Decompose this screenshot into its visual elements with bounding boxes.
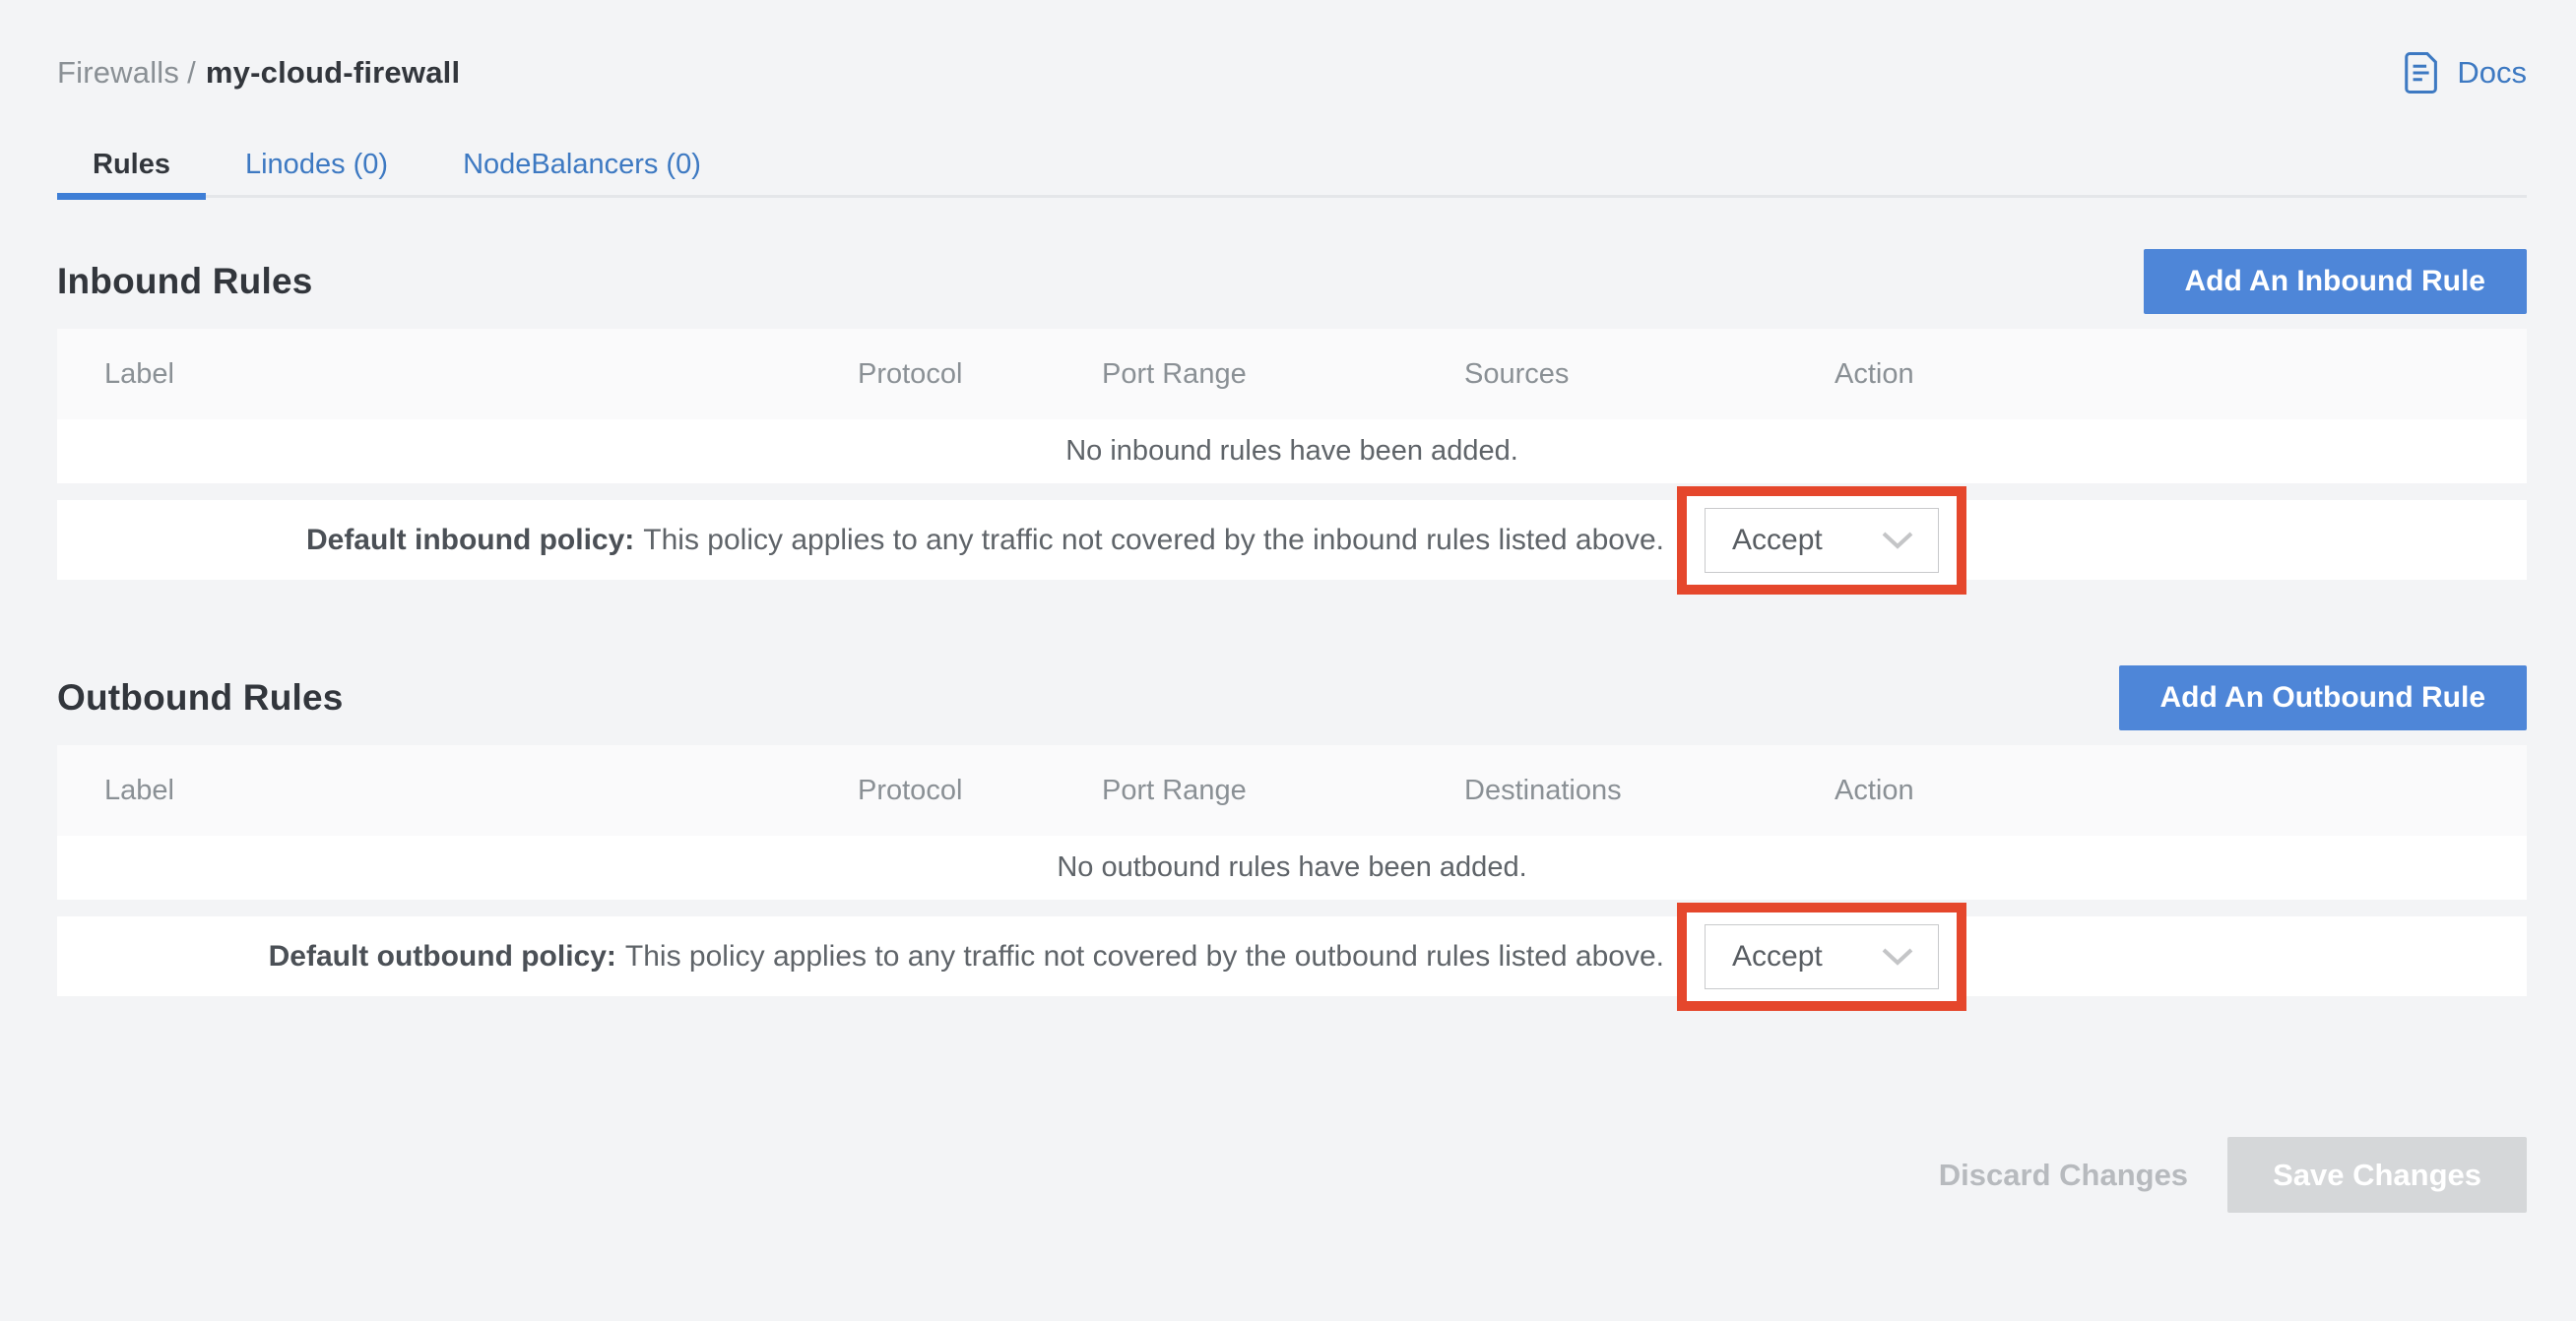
topbar: Firewalls/ my-cloud-firewall Docs (57, 45, 2527, 100)
column-protocol: Protocol (858, 775, 1102, 807)
chevron-down-icon (1881, 947, 1914, 967)
add-inbound-rule-button[interactable]: Add An Inbound Rule (2144, 249, 2528, 314)
outbound-policy-label: Default outbound policy: (269, 940, 616, 973)
tab-nodebalancers[interactable]: NodeBalancers (0) (427, 134, 737, 195)
footer-actions: Discard Changes Save Changes (57, 1137, 2527, 1213)
column-sources: Sources (1464, 358, 1835, 391)
outbound-policy-selected-value: Accept (1732, 940, 1823, 974)
outbound-policy-text: Default outbound policy: This policy appl… (269, 940, 1664, 974)
docs-link[interactable]: Docs (2401, 51, 2527, 94)
breadcrumb-firewalls-link[interactable]: Firewalls (57, 55, 179, 90)
column-port-range: Port Range (1102, 775, 1464, 807)
inbound-policy-highlight-box: Accept (1677, 486, 1966, 595)
column-port-range: Port Range (1102, 358, 1464, 391)
inbound-table-header: Label Protocol Port Range Sources Action (57, 329, 2527, 419)
tab-bar: Rules Linodes (0) NodeBalancers (0) (57, 134, 2527, 198)
column-label: Label (57, 358, 858, 391)
add-outbound-rule-button[interactable]: Add An Outbound Rule (2119, 665, 2527, 730)
outbound-rules-table: Label Protocol Port Range Destinations A… (57, 745, 2527, 996)
page-title: my-cloud-firewall (206, 55, 460, 90)
discard-changes-button[interactable]: Discard Changes (1939, 1158, 2188, 1193)
tab-linodes[interactable]: Linodes (0) (210, 134, 423, 195)
inbound-section-header: Inbound Rules Add An Inbound Rule (57, 249, 2527, 314)
breadcrumb-separator: / (187, 55, 196, 90)
outbound-rules-title: Outbound Rules (57, 677, 344, 719)
breadcrumb: Firewalls/ my-cloud-firewall (57, 55, 460, 91)
docs-link-label: Docs (2457, 55, 2527, 91)
inbound-rules-title: Inbound Rules (57, 261, 313, 302)
outbound-section-header: Outbound Rules Add An Outbound Rule (57, 665, 2527, 730)
firewall-detail-page: Firewalls/ my-cloud-firewall Docs Rules L… (0, 45, 2576, 1213)
docs-icon (2401, 51, 2442, 94)
outbound-table-header: Label Protocol Port Range Destinations A… (57, 745, 2527, 836)
inbound-policy-text: Default inbound policy: This policy appli… (306, 524, 1664, 557)
column-action: Action (1835, 775, 2527, 807)
inbound-policy-row: Default inbound policy: This policy appli… (57, 500, 2527, 580)
tab-rules[interactable]: Rules (57, 134, 206, 195)
outbound-policy-description: This policy applies to any traffic not c… (625, 940, 1664, 973)
outbound-empty-row: No outbound rules have been added. (57, 836, 2527, 900)
column-action: Action (1835, 358, 2527, 391)
outbound-policy-row: Default outbound policy: This policy appl… (57, 916, 2527, 996)
inbound-policy-selected-value: Accept (1732, 524, 1823, 557)
outbound-empty-message: No outbound rules have been added. (1057, 851, 1526, 884)
column-destinations: Destinations (1464, 775, 1835, 807)
column-protocol: Protocol (858, 358, 1102, 391)
outbound-policy-select[interactable]: Accept (1705, 924, 1939, 989)
save-changes-button[interactable]: Save Changes (2227, 1137, 2527, 1213)
inbound-rules-table: Label Protocol Port Range Sources Action… (57, 329, 2527, 580)
inbound-empty-message: No inbound rules have been added. (1065, 435, 1518, 468)
inbound-policy-description: This policy applies to any traffic not c… (643, 524, 1664, 556)
inbound-policy-label: Default inbound policy: (306, 524, 634, 556)
outbound-policy-highlight-box: Accept (1677, 903, 1966, 1011)
chevron-down-icon (1881, 531, 1914, 550)
column-label: Label (57, 775, 858, 807)
inbound-policy-select[interactable]: Accept (1705, 508, 1939, 573)
inbound-empty-row: No inbound rules have been added. (57, 419, 2527, 483)
